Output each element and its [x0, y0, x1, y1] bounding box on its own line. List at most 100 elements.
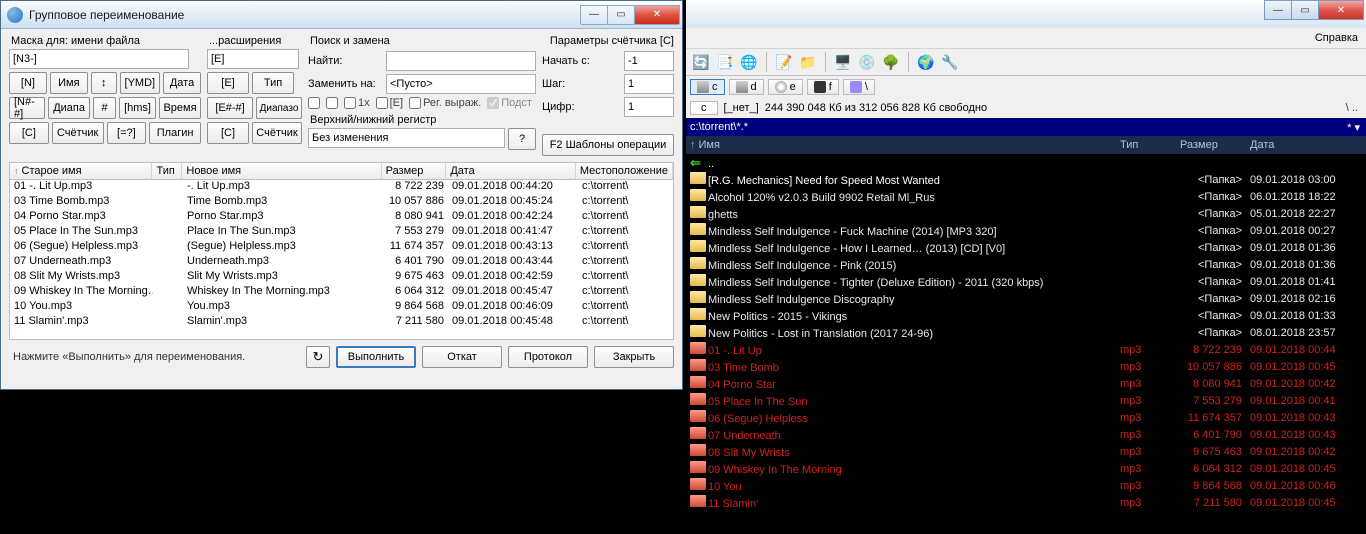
btn-hms[interactable]: [hms] [119, 97, 156, 119]
table-row[interactable]: 08 Slit My Wrists.mp3Slit My Wrists.mp39… [10, 270, 673, 285]
table-row[interactable]: 09 Whiskey In The Morning…Whiskey In The… [10, 285, 673, 300]
list-item[interactable]: New Politics - 2015 - Vikings<Папка>09.0… [686, 307, 1366, 324]
table-row[interactable]: 04 Porno Star.mp3Porno Star.mp38 080 941… [10, 210, 673, 225]
btn-n[interactable]: [N] [9, 72, 47, 94]
digits-input[interactable] [624, 97, 674, 117]
check-subst[interactable]: Подст [487, 97, 532, 109]
list-item[interactable]: Mindless Self Indulgence Discography<Пап… [686, 290, 1366, 307]
tb-settings-icon[interactable]: 🔧 [939, 51, 961, 73]
list-item-updir[interactable]: ⇐.. [686, 154, 1366, 171]
start-input[interactable] [624, 51, 674, 71]
check-box2[interactable] [326, 97, 338, 109]
tb-index-icon[interactable]: 📑 [714, 51, 736, 73]
drive-e[interactable]: e [768, 79, 803, 95]
btn-ecounter[interactable]: Счётчик [252, 122, 302, 144]
btn-name[interactable]: Имя [50, 72, 88, 94]
tb-screen-icon[interactable]: 🖥️ [832, 51, 854, 73]
tb-folder-icon[interactable]: 📁 [797, 51, 819, 73]
table-row[interactable]: 03 Time Bomb.mp3Time Bomb.mp310 057 8860… [10, 195, 673, 210]
file-list[interactable]: ⇐..[R.G. Mechanics] Need for Speed Most … [686, 154, 1366, 511]
path-bar[interactable]: c:\torrent\*.* * ▾ [686, 118, 1366, 136]
btn-erange[interactable]: [E#-#] [207, 97, 253, 119]
btn-counter[interactable]: Счётчик [52, 122, 104, 144]
list-item[interactable]: Mindless Self Indulgence - Fuck Machine … [686, 222, 1366, 239]
fm-close-button[interactable]: ✕ [1318, 0, 1364, 20]
list-item[interactable]: ghetts<Папка>05.01.2018 22:27 [686, 205, 1366, 222]
list-header[interactable]: ↑Имя Тип Размер Дата [686, 136, 1366, 154]
tb-tree-icon[interactable]: 🌳 [880, 51, 902, 73]
case-select[interactable] [308, 128, 505, 148]
btn-nrange[interactable]: [N#-#] [9, 97, 45, 119]
log-button[interactable]: Протокол [508, 346, 588, 368]
list-item[interactable]: 08 Slit My Wristsmp39 675 46309.01.2018 … [686, 443, 1366, 460]
tb-eject-icon[interactable]: 💿 [856, 51, 878, 73]
list-item[interactable]: 01 -. Lit Upmp38 722 23909.01.2018 00:44 [686, 341, 1366, 358]
btn-date[interactable]: Дата [163, 72, 201, 94]
list-item[interactable]: 04 Porno Starmp38 080 94109.01.2018 00:4… [686, 375, 1366, 392]
list-item[interactable]: Mindless Self Indulgence - Pink (2015)<П… [686, 256, 1366, 273]
check-regex[interactable]: Рег. выраж. [409, 97, 481, 109]
list-item[interactable]: 05 Place In The Sunmp37 553 27909.01.201… [686, 392, 1366, 409]
maximize-button[interactable]: ▭ [607, 5, 635, 25]
drive-c[interactable]: c [690, 79, 725, 95]
step-input[interactable] [624, 74, 674, 94]
table-row[interactable]: 11 Slamin'.mp3Slamin'.mp37 211 58009.01.… [10, 315, 673, 330]
preview-header[interactable]: ↑Старое имя Тип Новое имя Размер Дата Ме… [10, 163, 673, 180]
case-help-button[interactable]: ? [508, 128, 536, 150]
list-item[interactable]: [R.G. Mechanics] Need for Speed Most Wan… [686, 171, 1366, 188]
ext-input[interactable] [207, 49, 299, 69]
list-item[interactable]: Mindless Self Indulgence - Tighter (Delu… [686, 273, 1366, 290]
close-button[interactable]: ✕ [634, 5, 680, 25]
list-item[interactable]: 03 Time Bombmp310 057 88609.01.2018 00:4… [686, 358, 1366, 375]
drive-d[interactable]: d [729, 79, 764, 95]
btn-diapa[interactable]: Диапа [48, 97, 90, 119]
list-item[interactable]: 07 Underneathmp36 401 79009.01.2018 00:4… [686, 426, 1366, 443]
titlebar[interactable]: Групповое переименование — ▭ ✕ [1, 1, 682, 29]
fm-maximize-button[interactable]: ▭ [1291, 0, 1319, 20]
btn-time[interactable]: Время [159, 97, 201, 119]
check-1x[interactable]: 1x [344, 97, 370, 109]
tb-globe-icon[interactable]: 🌍 [915, 51, 937, 73]
list-item[interactable]: 10 Yoump39 864 56809.01.2018 00:46 [686, 477, 1366, 494]
tb-refresh-icon[interactable]: 🔄 [690, 51, 712, 73]
reload-button[interactable]: ↻ [306, 346, 330, 368]
table-row[interactable]: 01 -. Lit Up.mp3-. Lit Up.mp38 722 23909… [10, 180, 673, 195]
minimize-button[interactable]: — [580, 5, 608, 25]
btn-ec[interactable]: [C] [207, 122, 249, 144]
list-item[interactable]: 11 Slamin'mp37 211 58009.01.2018 00:45 [686, 494, 1366, 511]
btn-range2-icon[interactable]: # [93, 97, 116, 119]
btn-e[interactable]: [E] [207, 72, 249, 94]
undo-button[interactable]: Откат [422, 346, 502, 368]
btn-plugin[interactable]: Плагин [149, 122, 201, 144]
table-row[interactable]: 05 Place In The Sun.mp3Place In The Sun.… [10, 225, 673, 240]
check-e[interactable]: [E] [376, 97, 403, 109]
list-item[interactable]: 09 Whiskey In The Morningmp36 064 31209.… [686, 460, 1366, 477]
btn-ymd[interactable]: [YMD] [120, 72, 161, 94]
drive-letter[interactable]: c [690, 101, 718, 115]
drive-net[interactable]: \ [843, 79, 875, 95]
list-item[interactable]: New Politics - Lost in Translation (2017… [686, 324, 1366, 341]
tb-ftp-icon[interactable]: 🌐 [738, 51, 760, 73]
find-input[interactable] [386, 51, 536, 71]
list-item[interactable]: Mindless Self Indulgence - How I Learned… [686, 239, 1366, 256]
check-box1[interactable] [308, 97, 320, 109]
tb-notes-icon[interactable]: 📝 [773, 51, 795, 73]
list-item[interactable]: Alcohol 120% v2.0.3 Build 9902 Retail Ml… [686, 188, 1366, 205]
table-row[interactable]: 06 (Segue) Helpless.mp3(Segue) Helpless.… [10, 240, 673, 255]
table-row[interactable]: 07 Underneath.mp3Underneath.mp36 401 790… [10, 255, 673, 270]
close-dialog-button[interactable]: Закрыть [594, 346, 674, 368]
list-item[interactable]: 06 (Segue) Helplessmp311 674 35709.01.20… [686, 409, 1366, 426]
btn-range-icon[interactable]: ↕ [91, 72, 117, 94]
mask-input[interactable] [9, 49, 189, 69]
drive-root-link[interactable]: \ .. [1346, 102, 1366, 114]
templates-button[interactable]: F2 Шаблоны операции [542, 134, 674, 156]
menubar[interactable]: Справка [686, 28, 1366, 48]
replace-input[interactable] [386, 74, 536, 94]
drive-f[interactable]: f [807, 79, 839, 95]
bookmark-icon[interactable]: * ▾ [1347, 121, 1360, 134]
fm-minimize-button[interactable]: — [1264, 0, 1292, 20]
menu-help[interactable]: Справка [1315, 32, 1358, 44]
btn-diapaz[interactable]: Диапазо [256, 97, 302, 119]
execute-button[interactable]: Выполнить [336, 346, 416, 368]
btn-c[interactable]: [C] [9, 122, 49, 144]
